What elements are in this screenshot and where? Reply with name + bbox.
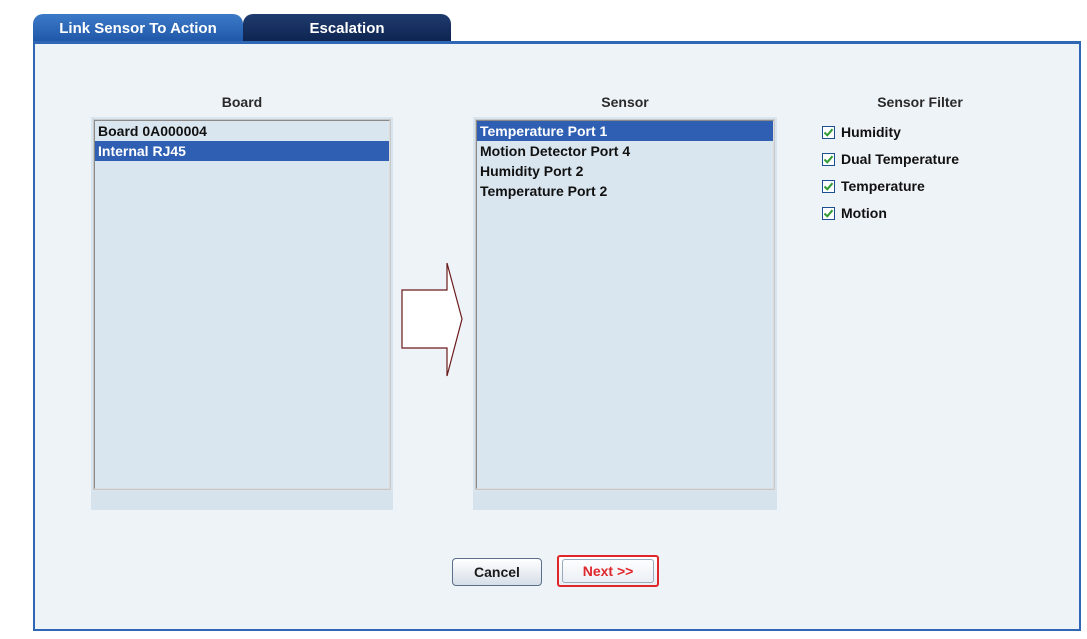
- sensor-filter-row[interactable]: Temperature: [822, 176, 925, 196]
- cancel-button-label: Cancel: [474, 564, 520, 580]
- tab-link-sensor-to-action[interactable]: Link Sensor To Action: [33, 14, 243, 42]
- board-listbox-frame: Board 0A000004 Internal RJ45: [91, 117, 393, 492]
- checkmark-icon: [823, 182, 834, 191]
- board-listbox[interactable]: Board 0A000004 Internal RJ45: [93, 119, 391, 490]
- checkmark-icon: [823, 209, 834, 218]
- board-listbox-footer: [91, 492, 393, 510]
- sensor-filter-row[interactable]: Motion: [822, 203, 887, 223]
- sensor-filter-label: Motion: [841, 205, 887, 221]
- checkbox[interactable]: [822, 152, 835, 166]
- sensor-filter-label: Temperature: [841, 178, 925, 194]
- sensor-list-item[interactable]: Temperature Port 1: [477, 121, 773, 141]
- checkbox[interactable]: [822, 179, 835, 193]
- tab-label: Link Sensor To Action: [59, 19, 217, 37]
- sensor-filter-label: Dual Temperature: [841, 151, 959, 167]
- checkbox[interactable]: [822, 206, 835, 220]
- sensor-listbox-footer: [473, 492, 777, 510]
- sensor-list-item[interactable]: Motion Detector Port 4: [477, 141, 773, 161]
- panel-top-border: [33, 41, 1081, 44]
- next-button-inner: Next >>: [562, 559, 654, 583]
- cancel-button[interactable]: Cancel: [452, 558, 542, 586]
- next-button-label: Next >>: [582, 563, 634, 579]
- checkmark-icon: [823, 128, 834, 137]
- sensor-filter-row[interactable]: Dual Temperature: [822, 149, 959, 169]
- right-arrow-icon: [401, 262, 463, 377]
- sensor-listbox[interactable]: Temperature Port 1 Motion Detector Port 4…: [475, 119, 775, 490]
- checkmark-icon: [823, 155, 834, 164]
- tab-escalation[interactable]: Escalation: [243, 14, 451, 42]
- sensor-filter-row[interactable]: Humidity: [822, 122, 901, 142]
- sensor-listbox-frame: Temperature Port 1 Motion Detector Port 4…: [473, 117, 777, 492]
- sensor-filter-title: Sensor Filter: [877, 94, 963, 110]
- sensor-list-item[interactable]: Humidity Port 2: [477, 161, 773, 181]
- board-list-item[interactable]: Internal RJ45: [95, 141, 389, 161]
- sensor-filter-label: Humidity: [841, 124, 901, 140]
- board-list-item[interactable]: Board 0A000004: [95, 121, 389, 141]
- tab-label: Escalation: [309, 19, 385, 37]
- checkbox[interactable]: [822, 125, 835, 139]
- sensor-title: Sensor: [601, 94, 649, 110]
- next-button[interactable]: Next >>: [557, 555, 659, 587]
- sensor-list-item[interactable]: Temperature Port 2: [477, 181, 773, 201]
- board-title: Board: [221, 94, 263, 110]
